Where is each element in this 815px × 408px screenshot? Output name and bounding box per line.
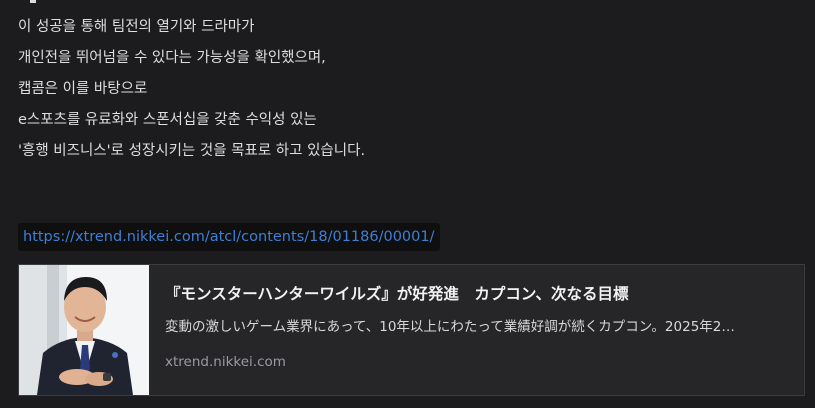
post-line: 캡콤은 이를 바탕으로	[18, 81, 148, 97]
link-preview-card[interactable]: 『モンスターハンターワイルズ』が好発進 カプコン、次なる目標 変動の激しいゲーム…	[18, 264, 805, 396]
post-line: 이 성공을 통해 팀전의 열기와 드라마가	[18, 19, 255, 35]
post-line: 개인전을 뛰어넘을 수 있다는 가능성을 확인했으며,	[18, 50, 326, 66]
text-cursor-mark	[30, 0, 36, 3]
message-area: 이 성공을 통해 팀전의 열기와 드라마가 개인전을 뛰어넘을 수 있다는 가능…	[0, 0, 815, 408]
post-line: e스포츠를 유료화와 스폰서십을 갖춘 수익성 있는	[18, 112, 317, 128]
preview-domain: xtrend.nikkei.com	[165, 354, 286, 370]
preview-title[interactable]: 『モンスターハンターワイルズ』が好発進 カプコン、次なる目標	[165, 282, 790, 306]
preview-text: 『モンスターハンターワイルズ』が好発進 カプコン、次なる目標 変動の激しいゲーム…	[149, 265, 804, 395]
post-text: 이 성공을 통해 팀전의 열기와 드라마가 개인전을 뛰어넘을 수 있다는 가능…	[18, 12, 365, 167]
article-link[interactable]: https://xtrend.nikkei.com/atcl/contents/…	[18, 223, 440, 251]
preview-thumbnail	[19, 265, 149, 395]
portrait-photo-image	[19, 265, 149, 395]
preview-description: 変動の激しいゲーム業界にあって、10年以上にわたって業績好調が続くカプコン。20…	[165, 319, 735, 335]
post-line: '흥행 비즈니스'로 성장시키는 것을 목표로 하고 있습니다.	[18, 143, 366, 159]
